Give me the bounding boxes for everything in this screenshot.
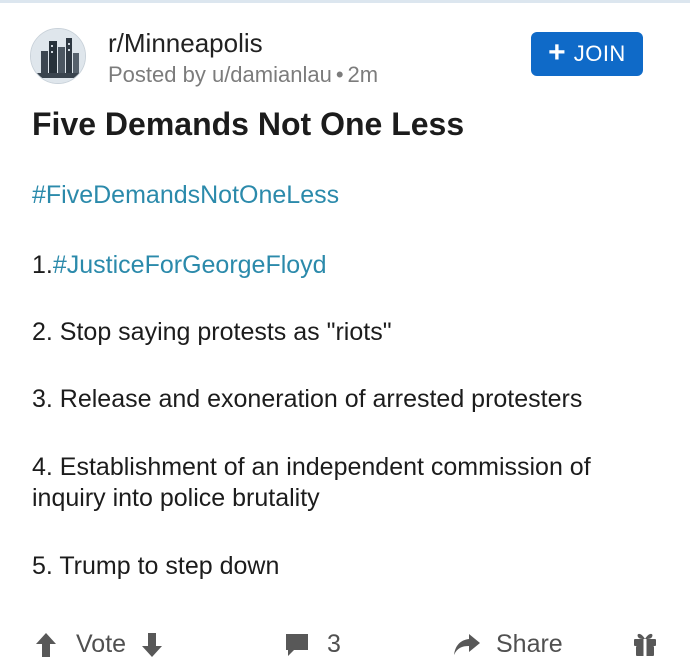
share-arrow-icon bbox=[452, 631, 482, 659]
upvote-arrow-icon[interactable] bbox=[34, 631, 58, 659]
award-gift-icon bbox=[632, 630, 658, 658]
comments-button[interactable]: 3 bbox=[283, 630, 341, 659]
plus-icon: + bbox=[548, 35, 566, 69]
post-age: 2m bbox=[347, 62, 379, 87]
downvote-arrow-icon[interactable] bbox=[140, 631, 164, 659]
vote-label: Vote bbox=[76, 630, 127, 658]
demand-1-hashtag[interactable]: #JusticeForGeorgeFloyd bbox=[53, 251, 327, 279]
demand-3: 3. Release and exoneration of arrested p… bbox=[32, 385, 583, 413]
post-title: Five Demands Not One Less bbox=[32, 106, 465, 142]
posted-by[interactable]: Posted by u/damianlau bbox=[108, 62, 332, 87]
demand-2: 2. Stop saying protests as "riots" bbox=[32, 318, 392, 346]
demand-4: 4. Establishment of an independent commi… bbox=[32, 453, 591, 512]
comment-count: 3 bbox=[327, 630, 341, 658]
join-label: JOIN bbox=[573, 41, 626, 66]
post-meta: Posted by u/damianlau • 2m bbox=[108, 62, 378, 88]
subreddit-avatar[interactable] bbox=[30, 28, 86, 84]
demand-1-prefix: 1. bbox=[32, 251, 53, 279]
post-hashtag[interactable]: #FiveDemandsNotOneLess bbox=[32, 180, 662, 211]
comment-icon bbox=[283, 631, 311, 659]
share-button[interactable]: Share bbox=[452, 630, 563, 659]
join-button[interactable]: + JOIN bbox=[531, 32, 643, 76]
action-bar: Vote 3 Share bbox=[0, 622, 690, 670]
meta-separator: • bbox=[335, 62, 344, 87]
subreddit-name[interactable]: r/Minneapolis bbox=[108, 28, 263, 59]
share-label: Share bbox=[496, 630, 563, 658]
award-button[interactable] bbox=[632, 630, 658, 658]
demand-5: 5. Trump to step down bbox=[32, 552, 280, 580]
vote-group: Vote bbox=[34, 630, 164, 659]
demand-1: 1.#JusticeForGeorgeFloyd bbox=[32, 250, 662, 281]
top-divider bbox=[0, 0, 690, 3]
